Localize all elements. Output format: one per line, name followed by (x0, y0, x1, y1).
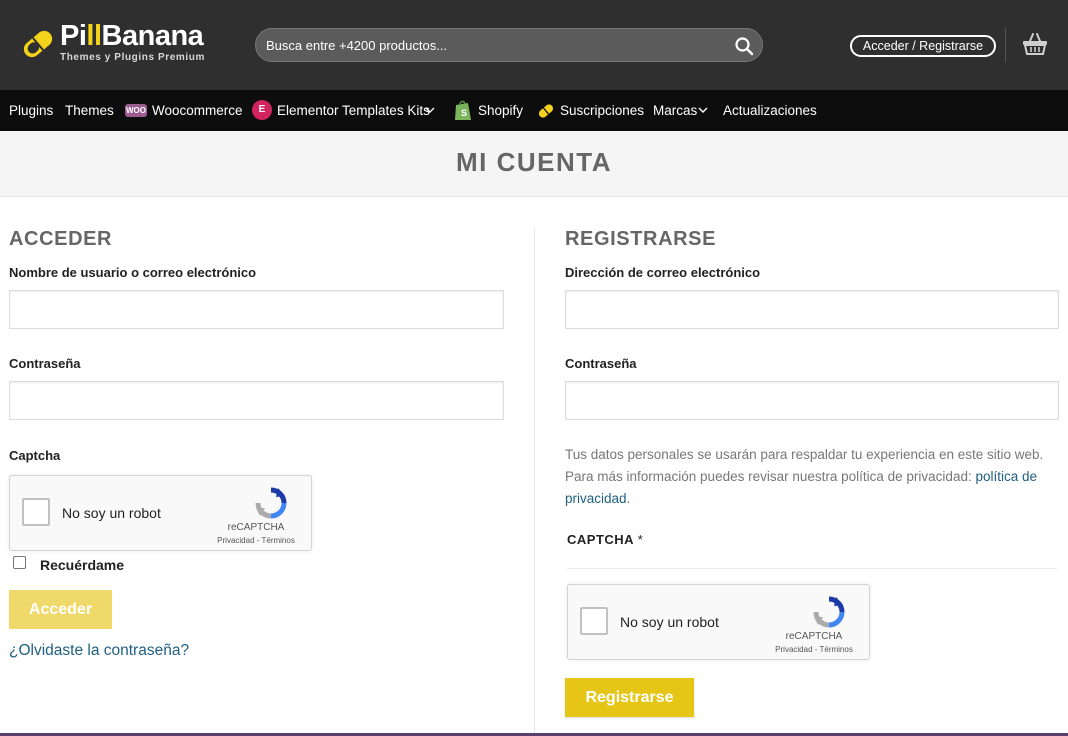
logo-tagline: Themes y Plugins Premium (60, 52, 205, 63)
recaptcha-links[interactable]: Privacidad - Términos (768, 645, 860, 654)
nav-shopify[interactable]: S Shopify (454, 90, 524, 131)
password-label: Contraseña (9, 356, 81, 371)
nav-marcas[interactable]: Marcas (653, 90, 711, 131)
nav-themes[interactable]: Themes (65, 90, 114, 131)
required-marker: * (637, 532, 644, 547)
chevron-down-icon (698, 107, 708, 113)
recaptcha-logo-icon (813, 596, 845, 628)
recaptcha-brand: reCAPTCHA (227, 522, 285, 533)
register-captcha-label: CAPTCHA * (567, 532, 644, 547)
chevron-down-icon (425, 107, 435, 113)
nav-actualizaciones[interactable]: Actualizaciones (723, 90, 817, 131)
logo-wordmark: PillBanana (60, 20, 204, 52)
shopify-bag-icon: S (455, 100, 471, 120)
username-label: Nombre de usuario o correo electrónico (9, 265, 257, 280)
recaptcha-widget: No soy un robot reCAPTCHA Privacidad - T… (9, 475, 312, 551)
recaptcha-checkbox[interactable] (580, 607, 608, 635)
nav-woocommerce-label: Woocommerce (152, 103, 243, 118)
privacy-notice: Tus datos personales se usarán para resp… (565, 444, 1055, 510)
column-divider (534, 228, 535, 736)
nav-suscripciones[interactable]: Suscripciones (537, 90, 645, 131)
site-logo[interactable]: PillBanana Themes y Plugins Premium (18, 20, 218, 68)
recaptcha-logo-icon (255, 487, 287, 519)
register-password-label: Contraseña (565, 356, 637, 371)
main-nav: Plugins Themes WOO Woocommerce E Element… (0, 90, 1068, 131)
password-field[interactable] (9, 381, 504, 420)
recaptcha-brand: reCAPTCHA (785, 631, 843, 642)
recaptcha-text: No soy un robot (620, 614, 719, 630)
captcha-divider (567, 568, 1057, 569)
nav-marcas-label: Marcas (653, 103, 698, 118)
email-label: Dirección de correo electrónico (565, 265, 761, 280)
login-submit-button[interactable]: Acceder (9, 590, 112, 629)
svg-text:S: S (461, 108, 467, 118)
nav-elementor-label: Elementor Templates Kits (277, 103, 430, 118)
nav-woocommerce[interactable]: WOO Woocommerce (125, 90, 243, 131)
email-field[interactable] (565, 290, 1059, 329)
username-field[interactable] (9, 290, 504, 329)
pill-icon (23, 30, 53, 58)
register-submit-button[interactable]: Registrarse (565, 678, 694, 717)
site-header: PillBanana Themes y Plugins Premium Acce… (0, 0, 1068, 90)
recaptcha-checkbox[interactable] (22, 498, 50, 526)
search-icon[interactable] (734, 36, 754, 56)
forgot-password-link[interactable]: ¿Olvidaste la contraseña? (9, 642, 189, 660)
search-bar (255, 28, 763, 62)
page-title: MI CUENTA (455, 147, 612, 177)
privacy-text: Tus datos personales se usarán para resp… (565, 447, 1044, 484)
recaptcha-text: No soy un robot (62, 505, 161, 521)
register-recaptcha-widget: No soy un robot reCAPTCHA Privacidad - T… (567, 584, 870, 660)
page-title-band: MI CUENTA (0, 131, 1068, 197)
elementor-icon: E (252, 100, 272, 120)
register-heading: REGISTRARSE (565, 228, 717, 250)
nav-plugins[interactable]: Plugins (9, 90, 53, 131)
search-input[interactable] (266, 29, 726, 61)
recaptcha-links[interactable]: Privacidad - Términos (210, 536, 302, 545)
nav-shopify-label: Shopify (478, 103, 524, 118)
privacy-end: . (626, 491, 631, 506)
login-register-button[interactable]: Acceder / Registrarse (850, 35, 996, 57)
remember-me-label[interactable]: Recuérdame (40, 557, 124, 573)
remember-me-checkbox[interactable] (13, 556, 26, 569)
pill-icon (538, 104, 554, 118)
nav-elementor-templates[interactable]: E Elementor Templates Kits (252, 90, 438, 131)
woocommerce-icon: WOO (125, 104, 147, 117)
register-password-field[interactable] (565, 381, 1059, 420)
nav-suscripciones-label: Suscripciones (560, 103, 645, 118)
captcha-label: Captcha (9, 448, 61, 463)
login-heading: ACCEDER (9, 228, 113, 250)
header-divider (1005, 28, 1006, 62)
basket-icon[interactable] (1022, 32, 1048, 56)
